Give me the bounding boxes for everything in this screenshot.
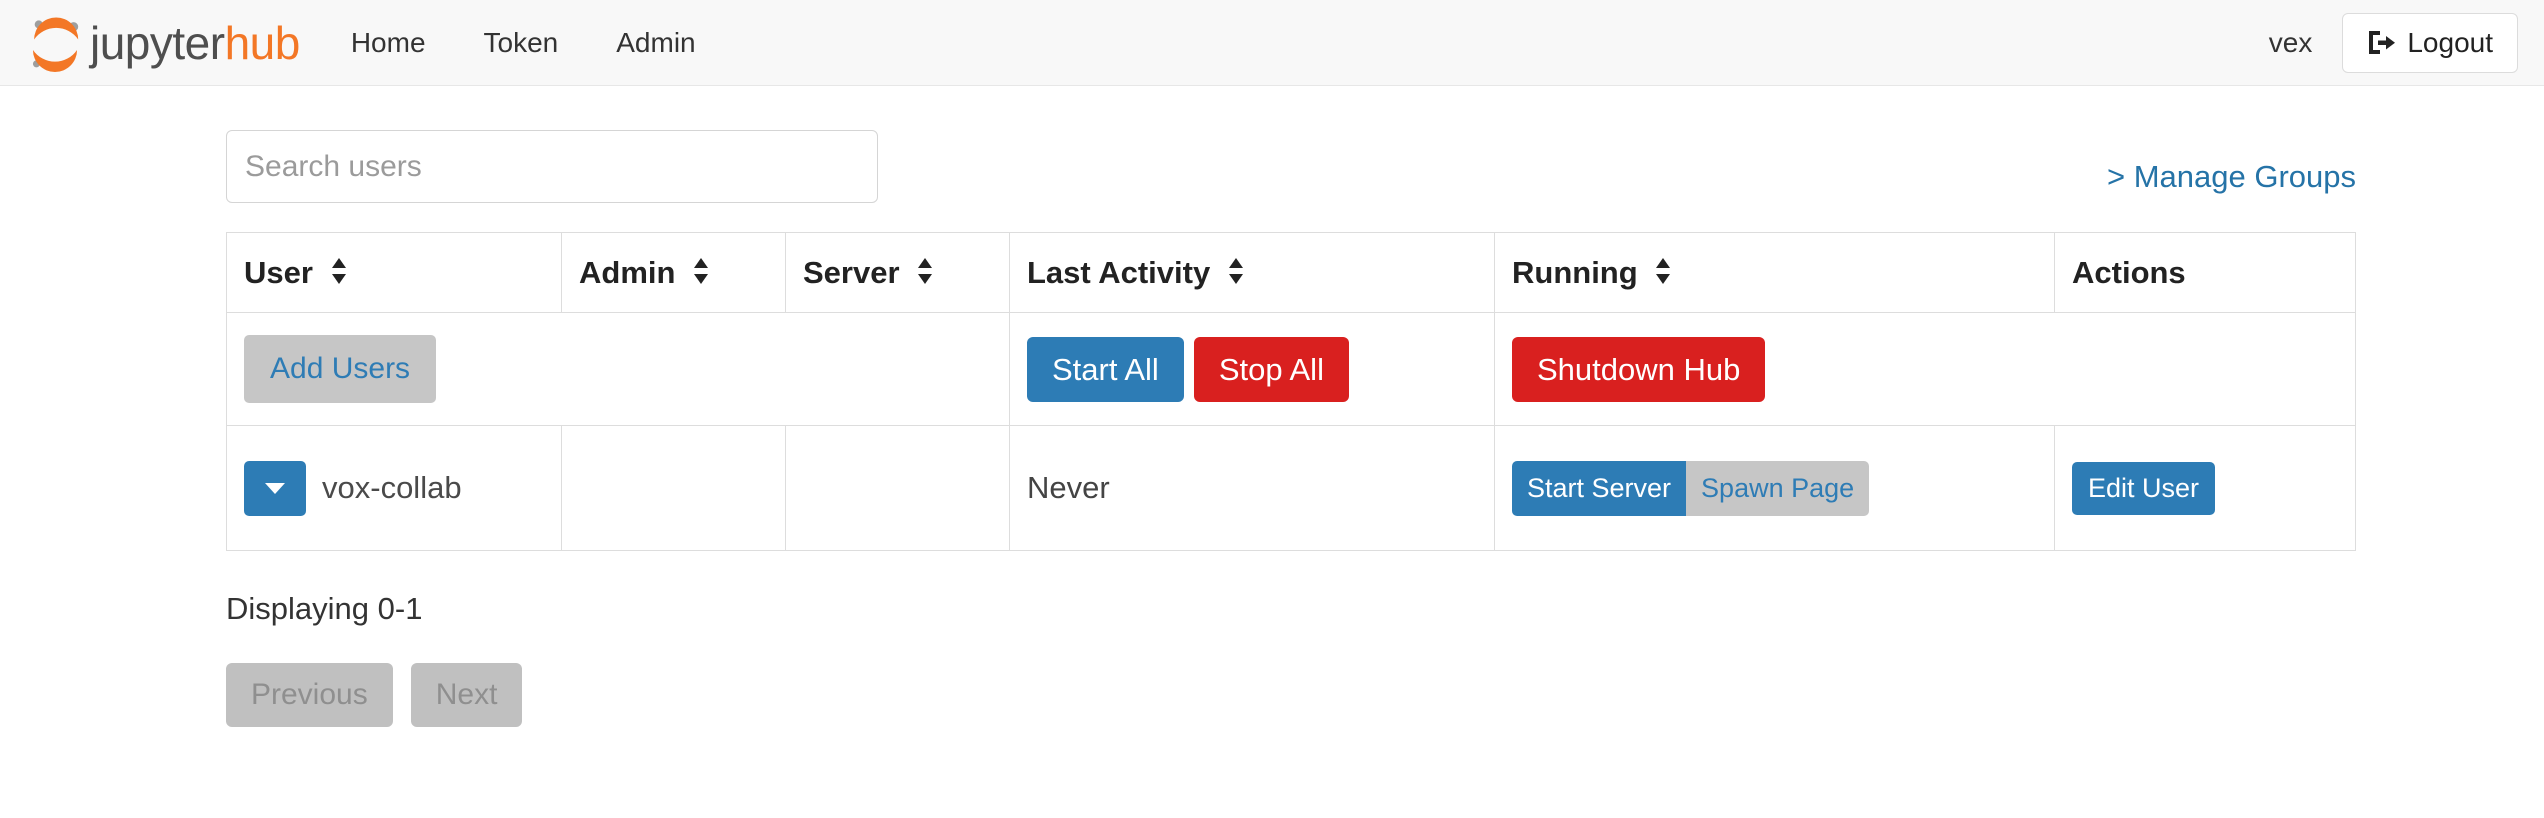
sort-arrows-icon[interactable] — [1655, 257, 1671, 285]
brand-text-jupyter: jupyter — [90, 17, 225, 69]
users-table-header-row: User Admin — [227, 233, 2356, 313]
displaying-count-label: Displaying 0-1 — [226, 591, 2544, 627]
shutdown-hub-cell: Shutdown Hub — [1495, 313, 2356, 426]
logout-button-label: Logout — [2407, 27, 2493, 59]
table-row: vox-collab Never Start Server Spawn Page… — [227, 426, 2356, 551]
cell-user: vox-collab — [227, 426, 562, 551]
toolbar-row: > Manage Groups — [226, 86, 2544, 203]
column-header-actions: Actions — [2055, 233, 2356, 313]
column-header-running[interactable]: Running — [1495, 233, 2055, 313]
nav-right-group: vex Logout — [2239, 13, 2518, 73]
column-header-server-label: Server — [803, 255, 900, 290]
top-navbar: jupyterhub Home Token Admin vex Logout — [0, 0, 2544, 86]
cell-server — [786, 426, 1010, 551]
nav-links: Home Token Admin — [322, 0, 725, 86]
sort-arrows-icon[interactable] — [693, 257, 709, 285]
sort-arrows-icon[interactable] — [917, 257, 933, 285]
sign-out-icon — [2367, 29, 2396, 56]
nav-link-home[interactable]: Home — [322, 0, 455, 86]
bulk-start-stop-cell: Start All Stop All — [1010, 313, 1495, 426]
column-header-user-label: User — [244, 255, 313, 290]
column-header-running-label: Running — [1512, 255, 1638, 290]
bulk-actions-left-cell: Add Users — [227, 313, 1010, 426]
column-header-last-activity[interactable]: Last Activity — [1010, 233, 1495, 313]
column-header-server[interactable]: Server — [786, 233, 1010, 313]
next-page-button[interactable]: Next — [411, 663, 523, 727]
user-row-expand-button[interactable] — [244, 461, 306, 516]
nav-link-token[interactable]: Token — [455, 0, 588, 86]
last-activity-value: Never — [1027, 470, 1110, 505]
cell-last-activity: Never — [1010, 426, 1495, 551]
logout-button[interactable]: Logout — [2342, 13, 2518, 73]
stop-all-button[interactable]: Stop All — [1194, 337, 1349, 402]
column-header-user[interactable]: User — [227, 233, 562, 313]
nav-link-admin[interactable]: Admin — [587, 0, 724, 86]
users-table-head: User Admin — [227, 233, 2356, 313]
spawn-page-button[interactable]: Spawn Page — [1686, 461, 1869, 516]
cell-actions: Edit User — [2055, 426, 2356, 551]
brand-logo-link[interactable]: jupyterhub — [26, 14, 300, 72]
column-header-admin[interactable]: Admin — [562, 233, 786, 313]
sort-arrows-icon[interactable] — [331, 257, 347, 285]
bulk-actions-row: Add Users Start All Stop All Shutdown Hu… — [227, 313, 2356, 426]
add-users-button[interactable]: Add Users — [244, 335, 436, 403]
column-header-actions-label: Actions — [2072, 255, 2186, 290]
users-table: User Admin — [226, 232, 2356, 551]
shutdown-hub-button[interactable]: Shutdown Hub — [1512, 337, 1765, 402]
cell-admin — [562, 426, 786, 551]
manage-groups-link[interactable]: > Manage Groups — [2107, 159, 2356, 195]
user-name-label: vox-collab — [322, 470, 462, 506]
column-header-admin-label: Admin — [579, 255, 675, 290]
brand-text-hub: hub — [225, 17, 300, 69]
server-action-button-group: Start Server Spawn Page — [1512, 461, 1869, 516]
users-table-body: Add Users Start All Stop All Shutdown Hu… — [227, 313, 2356, 551]
cell-running: Start Server Spawn Page — [1495, 426, 2055, 551]
column-header-last-activity-label: Last Activity — [1027, 255, 1210, 290]
start-all-button[interactable]: Start All — [1027, 337, 1184, 402]
jupyter-logo-icon — [26, 14, 84, 72]
chevron-down-icon — [264, 482, 286, 495]
previous-page-button[interactable]: Previous — [226, 663, 393, 727]
edit-user-button[interactable]: Edit User — [2072, 462, 2215, 515]
search-users-input[interactable] — [226, 130, 878, 203]
sort-arrows-icon[interactable] — [1228, 257, 1244, 285]
start-server-button[interactable]: Start Server — [1512, 461, 1686, 516]
admin-page-container: > Manage Groups User Admin — [0, 86, 2544, 727]
pagination-controls: Previous Next — [226, 663, 2544, 727]
current-user-label: vex — [2239, 27, 2343, 59]
